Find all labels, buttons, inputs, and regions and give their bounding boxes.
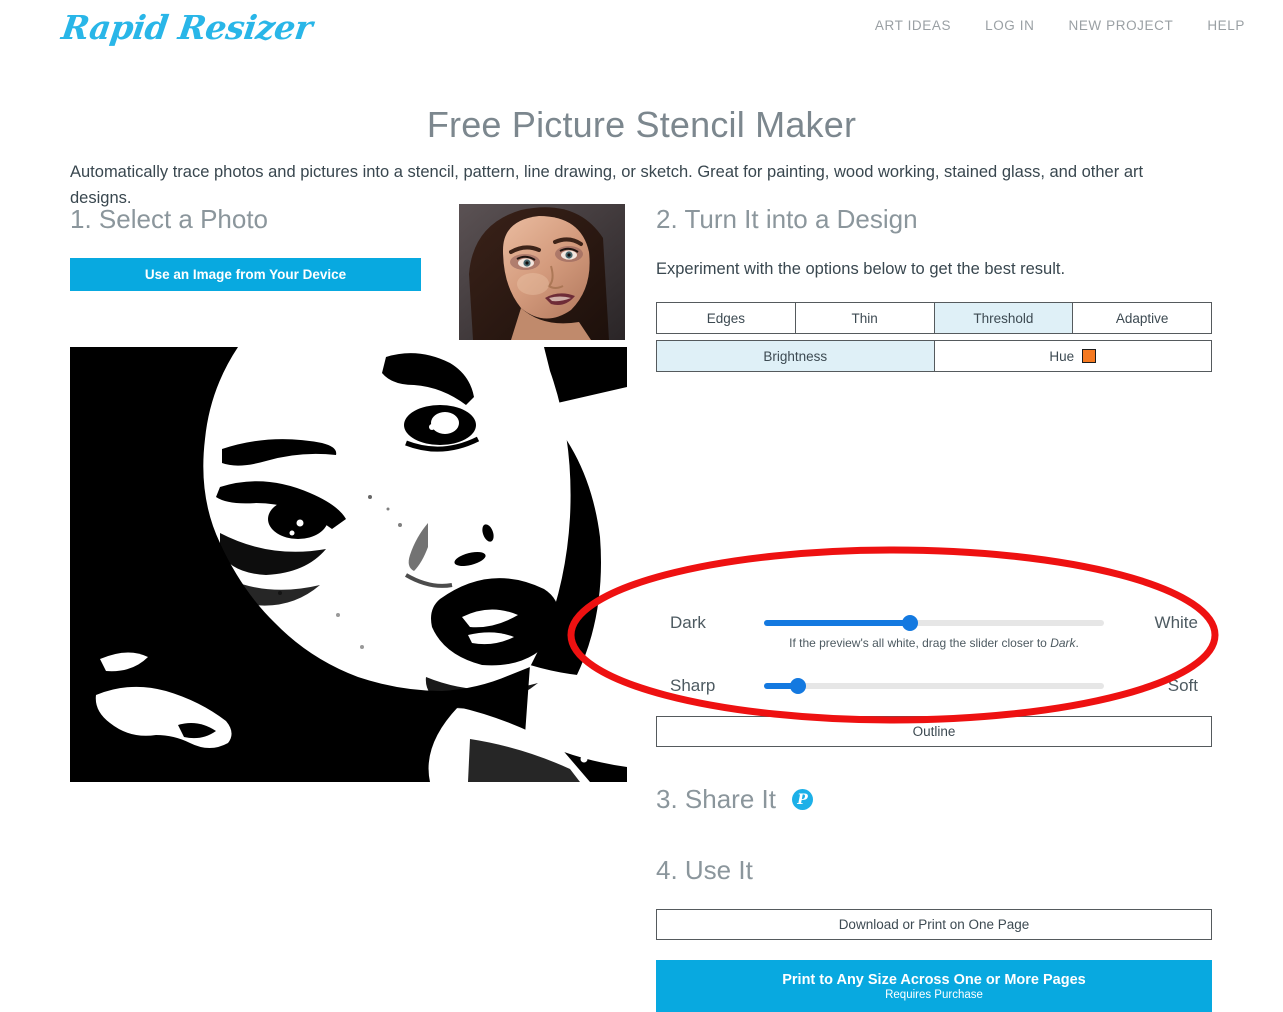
source-photo-thumbnail[interactable] [459,204,625,340]
site-header: Rapid Resizer ART IDEAS LOG IN NEW PROJE… [0,0,1283,62]
step2-subtext: Experiment with the options below to get… [656,260,1066,278]
brightness-slider-hint: If the preview's all white, drag the sli… [656,636,1212,650]
step2-heading: 2. Turn It into a Design [656,204,918,234]
step3-heading: 3. Share It [656,784,776,814]
stencil-preview-image [70,347,627,782]
brightness-slider-thumb[interactable] [902,615,919,631]
nav-item-help[interactable]: HELP [1207,18,1245,33]
brightness-slider-fill [764,620,911,626]
download-or-print-button[interactable]: Download or Print on One Page [656,909,1212,940]
tab-thin[interactable]: Thin [795,303,935,333]
hue-color-swatch[interactable] [1082,349,1097,363]
print-any-size-sublabel: Requires Purchase [885,988,983,1001]
sharpness-slider-row: Sharp Soft [656,673,1212,699]
sharpness-slider-left-label: Sharp [670,676,716,695]
page-title: Free Picture Stencil Maker [426,104,857,146]
hint-prefix: If the preview's all white, drag the sli… [789,636,1051,650]
step1-heading: 1. Select a Photo [70,204,269,234]
page-description: Automatically trace photos and pictures … [70,162,1144,207]
hint-suffix: . [1075,636,1079,650]
site-logo[interactable]: Rapid Resizer [59,8,314,47]
print-any-size-label: Print to Any Size Across One or More Pag… [782,971,1086,988]
step3-heading-row: 3. Share It P [656,784,813,815]
brightness-slider-row: Dark White [656,610,1212,636]
use-image-from-device-button[interactable]: Use an Image from Your Device [70,258,421,291]
channel-tabs: Brightness Hue [656,340,1212,372]
hint-emphasis: Dark [1050,636,1076,650]
pinterest-glyph: P [797,791,808,808]
sharpness-slider-right-label: Soft [1167,676,1198,695]
step4-heading: 4. Use It [656,855,753,885]
brightness-slider-track[interactable] [764,615,1104,631]
tab-brightness[interactable]: Brightness [657,341,935,371]
outline-button[interactable]: Outline [656,716,1212,747]
trace-mode-tabs: Edges Thin Threshold Adaptive [656,302,1212,334]
sharpness-slider-thumb[interactable] [790,678,806,694]
tab-hue[interactable]: Hue [934,341,1211,371]
nav-item-new-project[interactable]: NEW PROJECT [1068,18,1173,33]
brightness-slider-right-label: White [1154,613,1198,632]
main-navigation: ART IDEAS LOG IN NEW PROJECT HELP [875,18,1245,33]
tab-hue-label: Hue [1049,348,1075,364]
tab-adaptive[interactable]: Adaptive [1073,303,1211,333]
nav-item-log-in[interactable]: LOG IN [985,18,1034,33]
sharpness-slider-track[interactable] [764,678,1104,694]
tab-edges[interactable]: Edges [657,303,796,333]
tab-threshold[interactable]: Threshold [934,303,1074,333]
pinterest-icon[interactable]: P [791,789,813,810]
nav-item-art-ideas[interactable]: ART IDEAS [875,18,951,33]
brightness-slider-left-label: Dark [670,613,706,632]
print-any-size-button[interactable]: Print to Any Size Across One or More Pag… [656,960,1212,1012]
